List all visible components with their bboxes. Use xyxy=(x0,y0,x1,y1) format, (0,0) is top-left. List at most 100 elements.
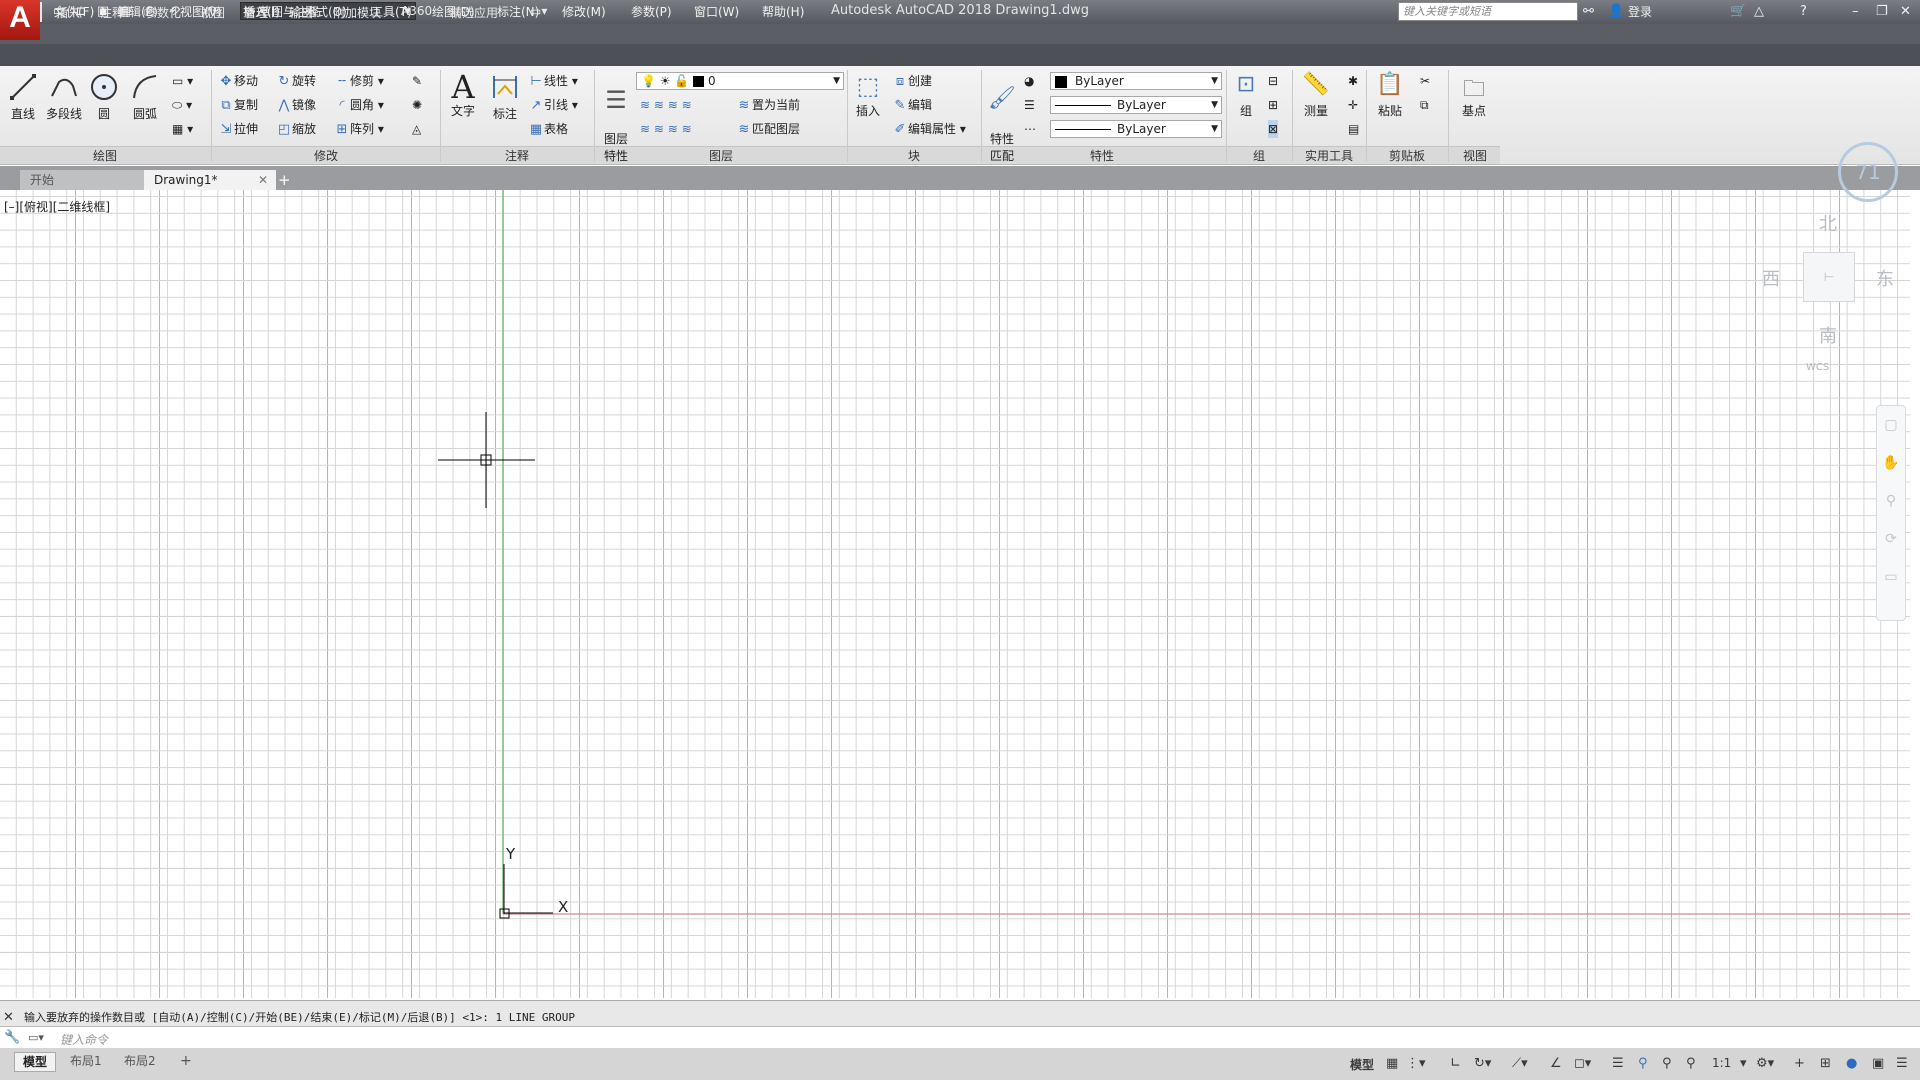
viewcube-south[interactable]: 南 xyxy=(1819,322,1837,348)
snap-icon[interactable]: ⋮▾ xyxy=(1406,1056,1426,1071)
model-space-button[interactable]: 模型 xyxy=(1350,1056,1374,1073)
trim-button[interactable]: ╌ 修剪 ▾ xyxy=(334,72,384,90)
cart-icon[interactable]: 🛒 xyxy=(1730,3,1746,21)
navigation-bar[interactable]: ▢ ✋ ⚲ ⟳ ▭ xyxy=(1876,405,1906,621)
viewcube-face[interactable]: ⊢ xyxy=(1803,252,1855,302)
new-tab-button[interactable]: + xyxy=(274,170,298,190)
clean-screen-icon[interactable]: ▣ xyxy=(1872,1056,1884,1071)
group-edit-icon[interactable]: ⊞ xyxy=(1268,96,1278,114)
erase-icon[interactable]: ✎ xyxy=(412,72,422,90)
lineweight-toggle-icon[interactable]: ☰ xyxy=(1612,1056,1624,1071)
panel-layers-label[interactable]: 图层 xyxy=(595,147,847,164)
command-input[interactable]: 键入命令 xyxy=(60,1031,108,1048)
move-button[interactable]: ✥ 移动 xyxy=(218,72,258,90)
line-button[interactable]: 直线 xyxy=(6,72,40,122)
units-icon[interactable]: ⊞ xyxy=(1820,1056,1831,1071)
edit-attributes-button[interactable]: ✐ 编辑属性 ▾ xyxy=(892,120,966,138)
layer-tools-row1[interactable]: ≋ ≋ ≋ ≋ xyxy=(640,96,692,114)
text-button[interactable]: A 文字 xyxy=(446,71,480,119)
annotation-monitor-icon[interactable]: + xyxy=(1794,1056,1805,1071)
menu-help[interactable]: 帮助(H) xyxy=(762,3,804,20)
menu-params[interactable]: 参数(P) xyxy=(631,3,672,20)
ribbon-options-icon[interactable]: ▭▾ xyxy=(530,4,547,18)
wrench-icon[interactable]: 🔧 xyxy=(4,1030,20,1045)
tab-a360[interactable]: A360 xyxy=(401,4,432,18)
stretch-button[interactable]: ⇲ 拉伸 xyxy=(218,120,258,138)
calculator-icon[interactable]: ▤ xyxy=(1348,120,1359,138)
auto-scale-icon[interactable]: ⚲ xyxy=(1662,1056,1672,1071)
isolate-objects-icon[interactable]: ● xyxy=(1846,1056,1857,1071)
customize-menu-icon[interactable]: ☰ xyxy=(1896,1056,1908,1071)
layer-tools-row2[interactable]: ≋ ≋ ≋ ≋ xyxy=(640,120,692,138)
group-button[interactable]: ⊡ 组 xyxy=(1230,72,1262,119)
tab-annotate[interactable]: 注释 xyxy=(100,4,124,21)
tab-addins[interactable]: 附加模块 xyxy=(333,4,381,21)
paste-button[interactable]: 📋 粘贴 xyxy=(1372,72,1408,119)
tab-start[interactable]: 开始 xyxy=(20,170,150,190)
panel-view-label[interactable]: 视图 xyxy=(1449,147,1501,164)
table-button[interactable]: ▦ 表格 xyxy=(528,120,568,138)
tab-view[interactable]: 视图 xyxy=(201,4,225,21)
leader-button[interactable]: ↗ 引线 ▾ xyxy=(528,96,578,114)
quick-select-icon[interactable]: ✱ xyxy=(1348,72,1358,90)
ellipse-icon[interactable]: ⬭ ▾ xyxy=(172,96,192,114)
tab-insert[interactable]: 插入 xyxy=(56,4,80,21)
point-icon[interactable]: ✛ xyxy=(1348,96,1358,114)
arc-button[interactable]: 圆弧 xyxy=(128,72,162,122)
tab-featured-apps[interactable]: 精选应用 xyxy=(450,4,498,21)
copy-clip-icon[interactable]: ⧉ xyxy=(1420,96,1429,114)
panel-annotation-label[interactable]: 注释 xyxy=(441,147,593,164)
panel-draw-label[interactable]: 绘图 xyxy=(0,147,210,164)
wcs-menu[interactable]: WCS xyxy=(1806,362,1829,373)
isodraft-icon[interactable]: ⟋▾ xyxy=(1512,1056,1528,1071)
array-button[interactable]: ⊞ 阵列 ▾ xyxy=(334,120,384,138)
panel-properties-label[interactable]: 特性 xyxy=(982,147,1222,164)
linetype-dropdown[interactable]: ByLayer ▼ xyxy=(1050,96,1222,114)
command-recent-icon[interactable]: ▭▾ xyxy=(28,1031,44,1044)
polar-icon[interactable]: ↻▾ xyxy=(1474,1056,1491,1071)
grid-icon[interactable]: ▦ xyxy=(1386,1056,1398,1071)
linear-button[interactable]: ⊢ 线性 ▾ xyxy=(528,72,578,90)
restore-icon[interactable]: ❐ xyxy=(1876,3,1888,21)
scale-button[interactable]: ◰ 缩放 xyxy=(276,120,316,138)
group-select-icon[interactable]: ⊠ xyxy=(1268,120,1279,138)
insert-block-button[interactable]: ⬚ 插入 xyxy=(850,72,886,119)
panel-utilities-label[interactable]: 实用工具 xyxy=(1293,147,1365,164)
viewcube-east[interactable]: 东 xyxy=(1876,265,1894,291)
ungroup-icon[interactable]: ⊟ xyxy=(1268,72,1278,90)
close-command-icon[interactable]: ✕ xyxy=(3,1010,14,1025)
fillet-button[interactable]: ◜ 圆角 ▾ xyxy=(334,96,383,114)
login-link[interactable]: 登录 xyxy=(1628,3,1652,21)
base-view-button[interactable]: 🗀 基点 xyxy=(1456,72,1492,119)
tab-manage[interactable]: 管理 xyxy=(244,4,268,21)
user-icon[interactable]: 👤 xyxy=(1608,3,1624,21)
panel-modify-label[interactable]: 修改 xyxy=(212,147,440,164)
explode-icon[interactable]: ✺ xyxy=(412,96,422,114)
a360-icon[interactable]: △ xyxy=(1754,3,1764,21)
create-block-button[interactable]: ⧈ 创建 xyxy=(892,72,932,90)
new-layout-button[interactable]: + xyxy=(172,1052,200,1070)
annotation-visibility-icon[interactable]: ⚲ xyxy=(1638,1056,1648,1071)
binoculars-icon[interactable]: ⚯ xyxy=(1583,3,1594,21)
edit-block-button[interactable]: ✎ 编辑 xyxy=(892,96,932,114)
match-layer-button[interactable]: ≋ 匹配图层 xyxy=(736,120,800,138)
help-icon[interactable]: ? xyxy=(1800,3,1807,21)
measure-button[interactable]: 📏 测量 xyxy=(1298,72,1334,119)
dimension-button[interactable]: 标注 xyxy=(488,72,522,122)
chevron-down-icon[interactable]: ▾ xyxy=(1740,1056,1747,1071)
polyline-button[interactable]: 多段线 xyxy=(44,72,84,122)
tab-drawing1[interactable]: Drawing1* ✕ xyxy=(144,170,276,190)
close-icon[interactable]: ✕ xyxy=(1900,3,1911,21)
mirror-button[interactable]: ⋀ 镜像 xyxy=(276,96,316,114)
tab-parametric[interactable]: 参数化 xyxy=(145,4,181,21)
tab-layout2[interactable]: 布局2 xyxy=(116,1052,164,1070)
color-dropdown[interactable]: ByLayer ▼ xyxy=(1050,72,1222,90)
annotation-scale-icon[interactable]: ⚲ xyxy=(1686,1056,1696,1071)
offset-icon[interactable]: ◬ xyxy=(412,120,421,138)
viewcube-north[interactable]: 北 xyxy=(1819,210,1837,236)
tab-output[interactable]: 输出 xyxy=(289,4,313,21)
workspace-gear-icon[interactable]: ⚙▾ xyxy=(1756,1056,1774,1071)
panel-block-label[interactable]: 块 xyxy=(848,147,980,164)
panel-groups-label[interactable]: 组 xyxy=(1227,147,1291,164)
rectangle-icon[interactable]: ▭ ▾ xyxy=(172,72,193,90)
